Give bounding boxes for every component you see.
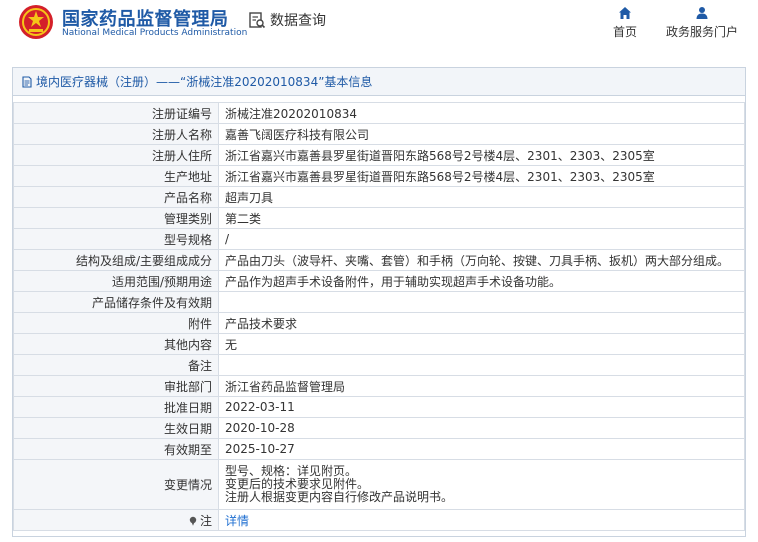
field-value: 无: [218, 333, 745, 355]
site-header: 国家药品监督管理局 National Medical Products Admi…: [0, 0, 758, 55]
field-label: 审批部门: [13, 375, 219, 397]
field-label: 产品名称: [13, 186, 219, 208]
field-value: /: [218, 228, 745, 250]
document-search-icon: [249, 12, 266, 29]
table-row: 批准日期 2022-03-11: [13, 396, 745, 418]
detail-link[interactable]: 详情: [225, 514, 249, 528]
table-row: 注册证编号 浙械注准20202010834: [13, 102, 745, 124]
field-label: 适用范围/预期用途: [13, 270, 219, 292]
field-label: 其他内容: [13, 333, 219, 355]
field-value: 详情: [218, 509, 745, 531]
change-line: 注册人根据变更内容自行修改产品说明书。: [225, 490, 454, 504]
table-row: 有效期至 2025-10-27: [13, 438, 745, 460]
note-label: 注: [199, 513, 212, 528]
field-value: 浙江省嘉兴市嘉善县罗星街道晋阳东路568号2号楼4层、2301、2303、230…: [218, 144, 745, 166]
field-value: 型号、规格：详见附页。 变更后的技术要求见附件。 注册人根据变更内容自行修改产品…: [218, 459, 745, 510]
table-row: 注 详情: [13, 509, 745, 531]
table-row: 其他内容无: [13, 333, 745, 355]
table-row: 生效日期 2020-10-28: [13, 417, 745, 439]
field-label: 批准日期: [13, 396, 219, 418]
field-label: 注册人名称: [13, 123, 219, 145]
nav-service-portal[interactable]: 政务服务门户: [662, 6, 742, 40]
field-label: 结构及组成/主要组成成分: [13, 249, 219, 271]
brand-name-en[interactable]: National Medical Products Administration: [62, 28, 247, 38]
pin-icon: [189, 516, 197, 526]
table-row: 变更情况 型号、规格：详见附页。 变更后的技术要求见附件。 注册人根据变更内容自…: [13, 459, 745, 510]
field-label: 管理类别: [13, 207, 219, 229]
field-label: 生产地址: [13, 165, 219, 187]
field-value: [218, 291, 745, 313]
field-label: 注册证编号: [13, 102, 219, 124]
panel-title-bar: 境内医疗器械（注册）——“浙械注准20202010834”基本信息: [13, 68, 745, 96]
table-row: 备注: [13, 354, 745, 376]
data-query-link[interactable]: 数据查询: [248, 10, 326, 30]
table-row: 产品名称 超声刀具: [13, 186, 745, 208]
document-icon: [22, 75, 32, 88]
home-icon: [619, 7, 631, 19]
table-row: 审批部门 浙江省药品监督管理局: [13, 375, 745, 397]
table-row: 注册人住所 浙江省嘉兴市嘉善县罗星街道晋阳东路568号2号楼4层、2301、230…: [13, 144, 745, 166]
table-row: 生产地址 浙江省嘉兴市嘉善县罗星街道晋阳东路568号2号楼4层、2301、2303…: [13, 165, 745, 187]
field-label: 附件: [13, 312, 219, 334]
field-value: 2022-03-11: [218, 396, 745, 418]
field-value: 产品作为超声手术设备附件，用于辅助实现超声手术设备功能。: [218, 270, 745, 292]
national-emblem-icon: [19, 5, 53, 39]
field-label: 变更情况: [13, 459, 219, 510]
field-value: 产品由刀头（波导杆、夹嘴、套管）和手柄（万向轮、按键、刀具手柄、扳机）两大部分组…: [218, 249, 745, 271]
nav-service-label: 政务服务门户: [665, 25, 738, 39]
field-label: 有效期至: [13, 438, 219, 460]
field-label: 产品储存条件及有效期: [13, 291, 219, 313]
field-label: 注: [13, 509, 219, 531]
field-label: 型号规格: [13, 228, 219, 250]
field-value: 第二类: [218, 207, 745, 229]
field-value: 浙械注准20202010834: [218, 102, 745, 124]
field-value: 超声刀具: [218, 186, 745, 208]
table-row: 型号规格 /: [13, 228, 745, 250]
field-value: 产品技术要求: [218, 312, 745, 334]
basic-info-panel: 境内医疗器械（注册）——“浙械注准20202010834”基本信息 注册证编号浙…: [12, 67, 746, 537]
table-row: 管理类别 第二类: [13, 207, 745, 229]
field-value: 浙江省药品监督管理局: [218, 375, 745, 397]
panel-title: 境内医疗器械（注册）——“浙械注准20202010834”基本信息: [36, 75, 373, 89]
field-value: 浙江省嘉兴市嘉善县罗星街道晋阳东路568号2号楼4层、2301、2303、230…: [218, 165, 745, 187]
field-label: 备注: [13, 354, 219, 376]
table-row: 结构及组成/主要组成成分 产品由刀头（波导杆、夹嘴、套管）和手柄（万向轮、按键、刀…: [13, 249, 745, 271]
table-row: 注册人名称 嘉善飞阔医疗科技有限公司: [13, 123, 745, 145]
field-label: 注册人住所: [13, 144, 219, 166]
nav-home-label: 首页: [612, 25, 637, 39]
table-row: 附件 产品技术要求: [13, 312, 745, 334]
info-table: 注册证编号 浙械注准20202010834 注册人名称 嘉善飞阔医疗科技有限公司 注册人…: [13, 102, 745, 531]
field-value: 2020-10-28: [218, 417, 745, 439]
data-query-label: 数据查询: [270, 13, 326, 29]
nav-home[interactable]: 首页: [610, 6, 640, 40]
field-label: 生效日期: [13, 417, 219, 439]
field-value: [218, 354, 745, 376]
table-row: 产品储存条件及有效期: [13, 291, 745, 313]
field-value: 嘉善飞阔医疗科技有限公司: [218, 123, 745, 145]
field-value: 2025-10-27: [218, 438, 745, 460]
table-row: 适用范围/预期用途 产品作为超声手术设备附件，用于辅助实现超声手术设备功能。: [13, 270, 745, 292]
user-icon: [696, 7, 708, 19]
